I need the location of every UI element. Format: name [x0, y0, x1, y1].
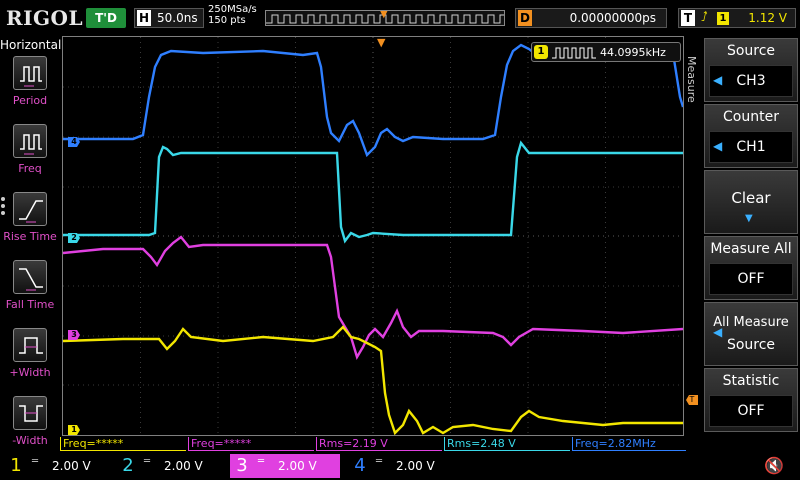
trigger-level: 1.12 V: [748, 11, 787, 25]
counter-title: Counter: [723, 109, 779, 125]
chevron-left-icon: ◀: [713, 139, 723, 153]
memory-depth: 150 pts: [208, 15, 246, 26]
positive-width-icon: [13, 328, 47, 362]
ch3-status[interactable]: 3 ═ 2.00 V: [230, 454, 340, 478]
chevron-left-icon: ◀: [713, 73, 723, 87]
trigger-level-marker[interactable]: T: [686, 395, 698, 405]
measure-period-button[interactable]: Period: [0, 56, 60, 122]
measure-menu-tab: Measure: [685, 56, 698, 103]
trigger-source: 1: [717, 12, 729, 25]
fall-time-icon: [13, 260, 47, 294]
horizontal-measure-menu: Horizontal Period Freq Rise Time Fall Ti…: [0, 36, 62, 456]
period-label: Period: [12, 94, 48, 107]
timebase-box[interactable]: H 50.0ns: [134, 8, 204, 28]
dc-coupling-icon: ═: [144, 456, 151, 467]
negative-width-label: -Width: [12, 434, 48, 447]
source-softkey[interactable]: Source CH3 ◀: [704, 38, 798, 102]
trigger-box[interactable]: T ⭜ 1 1.12 V: [678, 8, 796, 28]
delay-value: 0.00000000ps: [569, 11, 656, 25]
waveform-canvas: [63, 37, 683, 435]
measure-all-value: OFF: [709, 263, 793, 295]
ch1-number: 1: [10, 455, 22, 476]
measurement-results: Freq=***** Freq=***** Rms=2.19 V Rms=2.4…: [60, 437, 686, 451]
ch3-scale: 2.00 V: [278, 459, 317, 473]
ch2-scale: 2.00 V: [164, 459, 203, 473]
frequency-counter-readout: 1 44.0995kHz: [531, 42, 681, 62]
measure-fall-time-button[interactable]: Fall Time: [0, 260, 60, 326]
counter-channel: 1: [534, 45, 548, 59]
memory-overview-strip[interactable]: ▼: [265, 10, 505, 26]
fall-time-label: Fall Time: [5, 298, 55, 311]
ch1-scale: 2.00 V: [52, 459, 91, 473]
measurement-item[interactable]: Rms=2.19 V: [316, 437, 442, 451]
freq-label: Freq: [18, 162, 42, 175]
all-measure-source-softkey[interactable]: All Measure Source ◀: [704, 302, 798, 366]
ch3-number: 3: [236, 455, 248, 476]
dc-coupling-icon: ═: [258, 456, 265, 467]
square-wave-icon: [552, 47, 596, 59]
statistic-softkey[interactable]: Statistic OFF: [704, 368, 798, 432]
ch4-status[interactable]: 4 ═ 2.00 V: [348, 454, 458, 478]
menu-page-indicator: [0, 194, 6, 218]
statistic-title: Statistic: [722, 373, 780, 389]
graticule: [63, 37, 683, 435]
ch4-number: 4: [354, 455, 366, 476]
acquisition-info: 250MSa/s 150 pts: [208, 4, 257, 26]
clear-softkey[interactable]: Clear ▼: [704, 170, 798, 234]
chevron-down-icon: ▼: [745, 213, 753, 224]
measure-all-softkey[interactable]: Measure All OFF: [704, 236, 798, 300]
freq-icon: [13, 124, 47, 158]
dc-coupling-icon: ═: [32, 456, 39, 467]
trigger-status-badge: T'D: [86, 8, 126, 28]
timebase-value: 50.0ns: [157, 11, 198, 25]
ch2-number: 2: [122, 455, 134, 476]
ch2-status[interactable]: 2 ═ 2.00 V: [116, 454, 226, 478]
source-title: Source: [726, 43, 776, 59]
timebase-label: H: [137, 10, 151, 26]
counter-softkey[interactable]: Counter CH1 ◀: [704, 104, 798, 168]
brand-logo: RIGOL: [6, 6, 84, 30]
trigger-position-icon[interactable]: ▼: [377, 36, 385, 49]
dc-coupling-icon: ═: [376, 456, 383, 467]
waveform-display[interactable]: [62, 36, 684, 436]
rise-time-icon: [13, 192, 47, 226]
measurement-item[interactable]: Rms=2.48 V: [444, 437, 570, 451]
top-status-bar: RIGOL T'D H 50.0ns 250MSa/s 150 pts ▼ D …: [0, 0, 800, 36]
all-measure-source-line2: Source: [726, 337, 776, 353]
clear-title: Clear: [731, 189, 771, 207]
chevron-left-icon: ◀: [713, 325, 723, 339]
counter-value: 44.0995kHz: [600, 46, 666, 59]
measurement-item[interactable]: Freq=*****: [60, 437, 186, 451]
period-icon: [13, 56, 47, 90]
left-menu-title: Horizontal: [0, 38, 62, 52]
measurement-item[interactable]: Freq=*****: [188, 437, 314, 451]
positive-width-label: +Width: [9, 366, 51, 379]
ch1-status[interactable]: 1 ═ 2.00 V: [4, 454, 114, 478]
sample-rate: 250MSa/s: [208, 4, 257, 15]
measurement-item[interactable]: Freq=2.82MHz: [572, 437, 686, 451]
measure-all-title: Measure All: [710, 241, 792, 257]
measure-positive-width-button[interactable]: +Width: [0, 328, 60, 394]
speaker-muted-icon[interactable]: 🔇: [764, 456, 784, 475]
measure-rise-time-button[interactable]: Rise Time: [0, 192, 60, 258]
statistic-value: OFF: [709, 395, 793, 427]
trigger-label: T: [681, 10, 695, 26]
memory-trigger-marker-icon: ▼: [380, 10, 388, 20]
delay-box[interactable]: D 0.00000000ps: [515, 8, 667, 28]
measure-freq-button[interactable]: Freq: [0, 124, 60, 190]
negative-width-icon: [13, 396, 47, 430]
ch4-scale: 2.00 V: [396, 459, 435, 473]
rise-time-label: Rise Time: [3, 230, 57, 243]
measure-softkey-menu: Source CH3 ◀ Counter CH1 ◀ Clear ▼ Measu…: [700, 36, 800, 456]
channel-status-bar: 1 ═ 2.00 V 2 ═ 2.00 V 3 ═ 2.00 V 4 ═ 2.0…: [0, 452, 800, 480]
rising-edge-icon: ⭜: [701, 10, 708, 25]
delay-label: D: [518, 10, 532, 26]
